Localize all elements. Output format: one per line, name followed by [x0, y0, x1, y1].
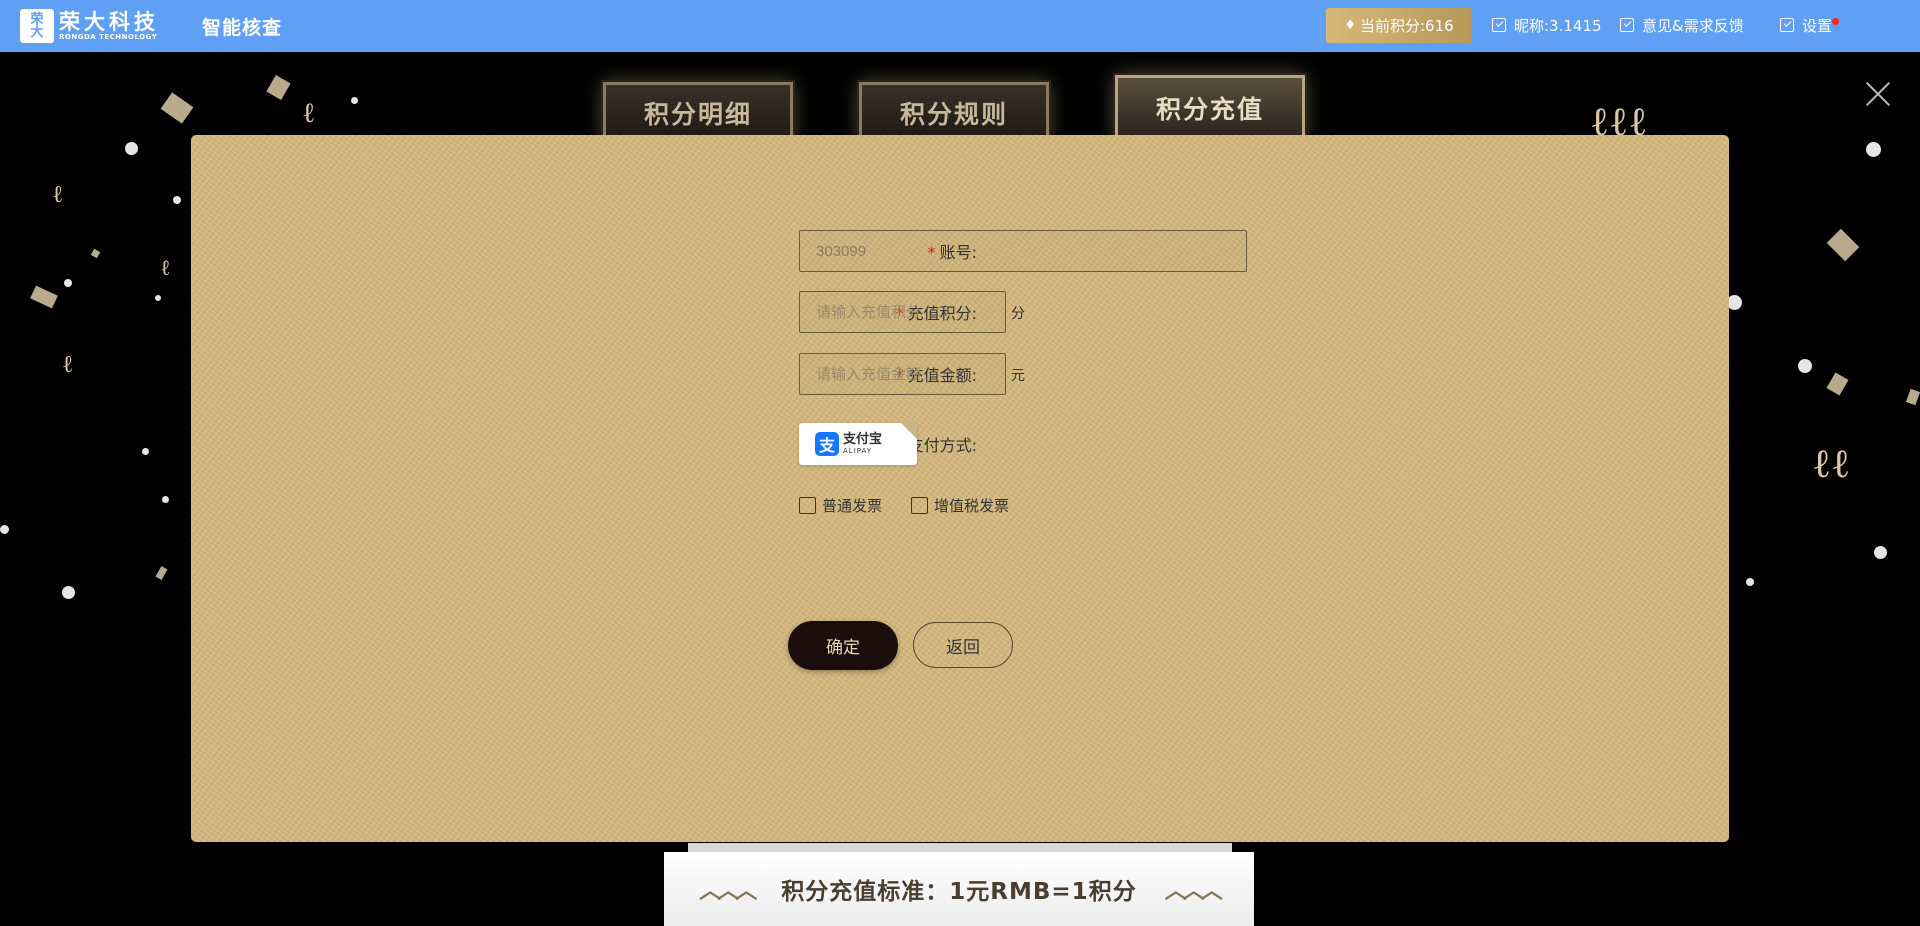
invoice-normal-label: 普通发票 — [822, 497, 883, 515]
tab-points-detail[interactable]: 积分明细 — [603, 82, 793, 142]
current-points-text: 当前积分:616 — [1359, 17, 1454, 35]
tab-label: 积分明细 — [643, 100, 752, 129]
alipay-en-name: ALIPAY — [843, 447, 873, 455]
checkbox-icon — [799, 497, 816, 514]
account-input[interactable] — [799, 230, 1247, 272]
edit-icon — [1492, 18, 1506, 32]
points-unit: 分 — [1011, 306, 1025, 322]
recharge-standard-banner: ︿︿︿ 积分充值标准：1元RMB=1积分 ︿︿︿ — [664, 852, 1254, 926]
alipay-option[interactable]: 支 支付宝 ALIPAY — [799, 423, 917, 465]
confirm-button[interactable]: 确定 — [788, 621, 898, 670]
zigzag-icon: ︿︿︿ — [1164, 879, 1223, 904]
back-button[interactable]: 返回 — [913, 622, 1013, 668]
recharge-points-input[interactable] — [799, 291, 1006, 333]
selected-corner-icon — [901, 423, 917, 439]
recharge-panel: *账号: *充值积分: 分 *充值金额: 元 *选择支付方式: 支 支付宝 AL… — [191, 135, 1729, 842]
notification-dot — [1832, 18, 1840, 25]
alipay-icon: 支 — [815, 432, 839, 456]
current-points-badge[interactable]: ♦ 当前积分:616 — [1326, 8, 1472, 43]
zigzag-icon: ︿︿︿ — [699, 879, 757, 904]
diamond-icon: ♦ — [1344, 18, 1356, 33]
settings-link[interactable]: 设置 — [1780, 14, 1840, 36]
close-button[interactable] — [1862, 78, 1894, 110]
feedback-link[interactable]: 意见&需求反馈 — [1620, 14, 1744, 36]
feedback-text: 意见&需求反馈 — [1642, 16, 1744, 35]
logo-name: 荣大科技 — [59, 9, 159, 34]
nickname-text: 昵称:3.1415 — [1514, 16, 1602, 35]
recharge-standard-text: 积分充值标准：1元RMB=1积分 — [781, 879, 1137, 905]
top-bar: 荣大 荣大科技 RONGDA TECHNOLOGY 智能核查 ♦ 当前积分:61… — [0, 0, 1920, 52]
invoice-vat-label: 增值税发票 — [934, 497, 1010, 515]
tab-label: 积分充值 — [1155, 95, 1264, 124]
logo-subtitle: RONGDA TECHNOLOGY — [59, 32, 158, 41]
amount-unit: 元 — [1011, 368, 1025, 384]
tab-label: 积分规则 — [899, 100, 1008, 129]
alipay-name: 支付宝 — [843, 432, 883, 447]
company-logo[interactable]: 荣大 荣大科技 RONGDA TECHNOLOGY — [20, 7, 159, 45]
invoice-normal-checkbox[interactable]: 普通发票 — [799, 495, 882, 516]
settings-text: 设置 — [1802, 16, 1833, 35]
tab-points-rules[interactable]: 积分规则 — [859, 82, 1049, 142]
invoice-vat-checkbox[interactable]: 增值税发票 — [911, 495, 1009, 516]
logo-icon: 荣大 — [20, 9, 54, 43]
tab-points-recharge[interactable]: 积分充值 — [1115, 75, 1305, 141]
edit-icon — [1780, 18, 1794, 32]
edit-icon — [1620, 18, 1634, 32]
app-title: 智能核查 — [202, 17, 283, 39]
nickname-link[interactable]: 昵称:3.1415 — [1492, 14, 1602, 36]
checkbox-icon — [911, 497, 928, 514]
recharge-amount-input[interactable] — [799, 353, 1006, 395]
